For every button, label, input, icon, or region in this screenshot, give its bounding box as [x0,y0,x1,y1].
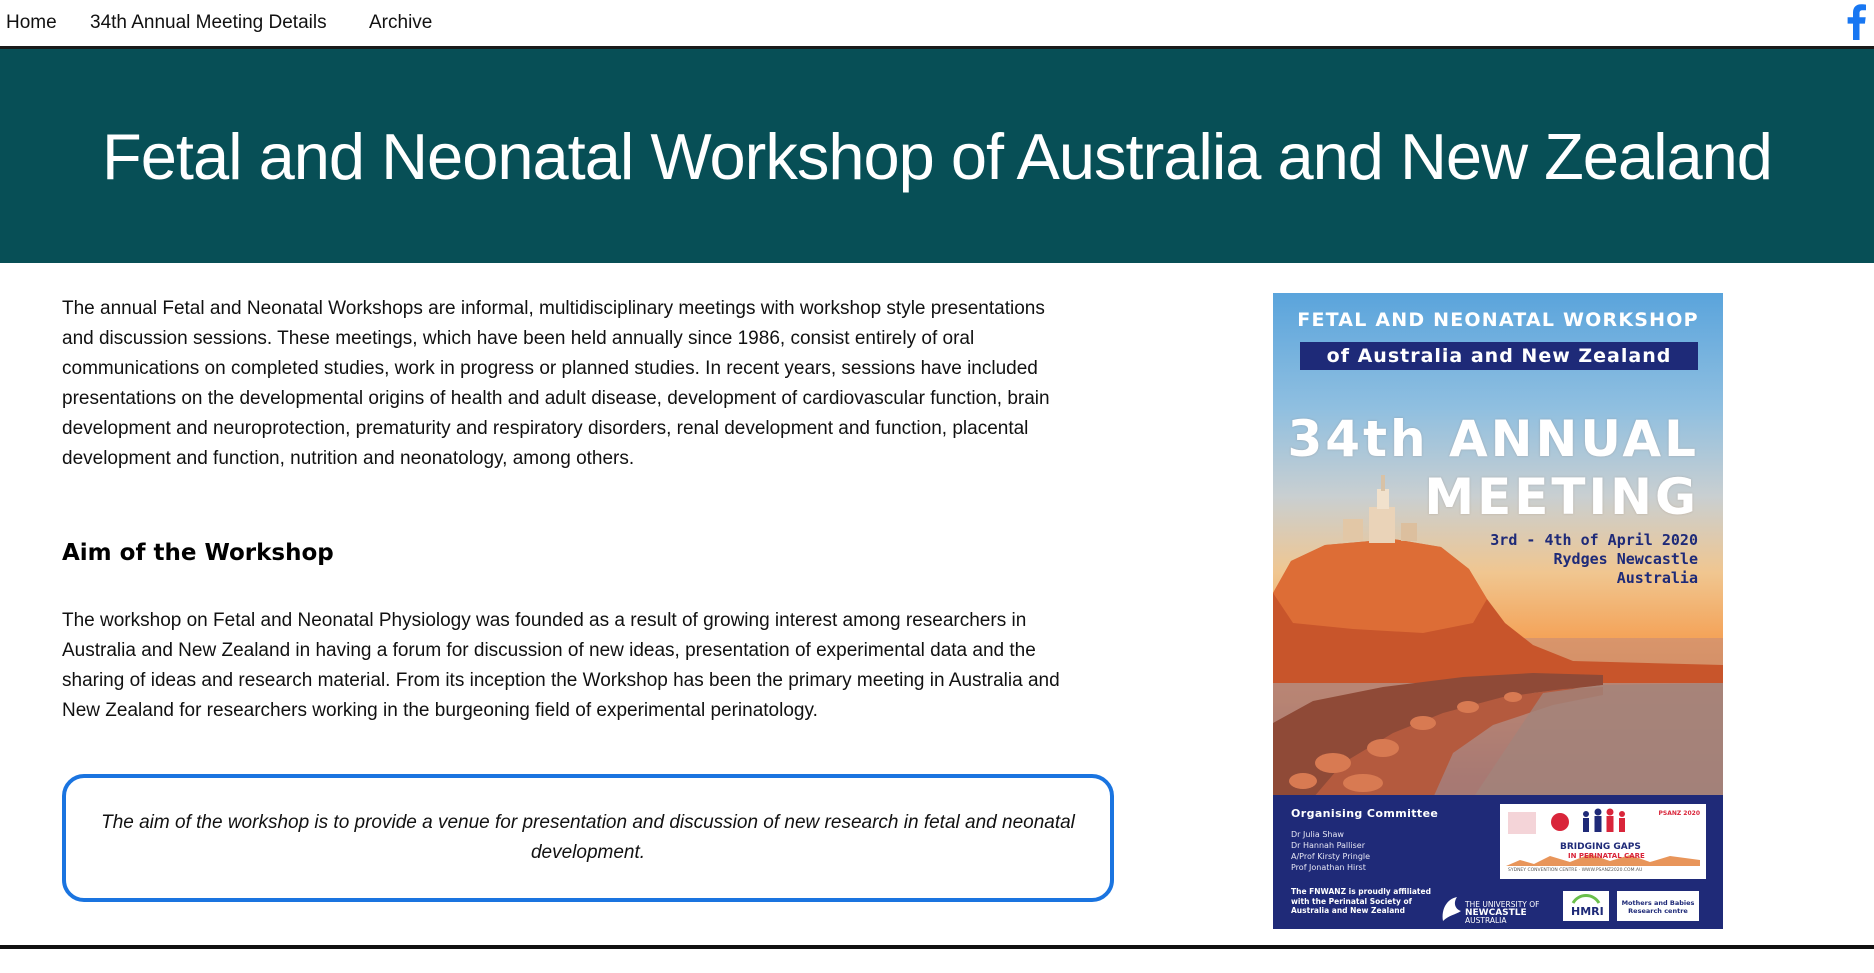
psanz-logo: PSANZ 2020 BRIDGING GAPS IN PERINATAL CA… [1500,804,1706,879]
uon-logo: THE UNIVERSITY OF NEWCASTLE AUSTRALIA [1465,901,1539,925]
nav-archive-link[interactable]: Archive [369,12,432,34]
committee-member: Dr Hannah Palliser [1291,841,1365,850]
poster-date: 3rd - 4th of April 2020 [1490,531,1698,549]
aim-callout: The aim of the workshop is to provide a … [62,774,1114,902]
top-nav: Home 34th Annual Meeting Details Archive [0,0,1874,49]
poster-subtitle-bar: of Australia and New Zealand [1300,342,1698,370]
mbrc-logo: Mothers and Babies Research centre [1617,891,1699,921]
committee-member: Prof Jonathan Hirst [1291,863,1366,872]
aim-heading: Aim of the Workshop [62,540,334,566]
affiliation-text: The FNWANZ is proudly affiliated with th… [1291,887,1431,915]
uon-crest-icon [1442,897,1461,921]
intro-paragraph: The annual Fetal and Neonatal Workshops … [62,298,1050,469]
meeting-poster: FETAL AND NEONATAL WORKSHOP of Australia… [1273,293,1723,929]
nav-home-link[interactable]: Home [6,12,57,34]
committee-member: A/Prof Kirsty Pringle [1291,852,1371,861]
poster-footer: Organising Committee Dr Julia Shaw Dr Ha… [1273,795,1723,929]
aim-callout-text: The aim of the workshop is to provide a … [101,812,1075,863]
aim-paragraph: The workshop on Fetal and Neonatal Physi… [62,610,1060,721]
poster-title-line-2: MEETING [1424,468,1699,526]
poster-country: Australia [1616,569,1698,587]
site-title: Fetal and Neonatal Workshop of Australia… [102,120,1773,193]
footer-divider [0,945,1874,949]
committee-list: Dr Julia Shaw Dr Hannah Palliser A/Prof … [1291,829,1370,873]
psanz-subtitle: IN PERINATAL CARE [1568,852,1645,860]
site-banner: Fetal and Neonatal Workshop of Australia… [0,49,1874,263]
hmri-logo: HMRI [1563,891,1609,921]
poster-header-text: FETAL AND NEONATAL WORKSHOP [1297,309,1699,331]
nav-annual-meeting-link[interactable]: 34th Annual Meeting Details [90,12,327,34]
hmri-text: HMRI [1571,905,1604,918]
poster-meeting-title: 34th ANNUAL MEETING [1288,410,1700,526]
poster-title-line-1: 34th ANNUAL [1287,410,1699,468]
psanz-footer-text: SYDNEY CONVENTION CENTRE · WWW.PSANZ2020… [1508,868,1643,873]
committee-member: Dr Julia Shaw [1291,830,1344,839]
poster-date-block: 3rd - 4th of April 2020 Rydges Newcastle… [1490,531,1698,588]
committee-title: Organising Committee [1291,807,1439,820]
poster-venue: Rydges Newcastle [1553,550,1699,568]
psanz-title: BRIDGING GAPS [1560,842,1641,852]
facebook-icon[interactable] [1844,4,1868,41]
psanz-corner-text: PSANZ 2020 [1658,810,1700,817]
uon-line-3: AUSTRALIA [1465,916,1507,925]
